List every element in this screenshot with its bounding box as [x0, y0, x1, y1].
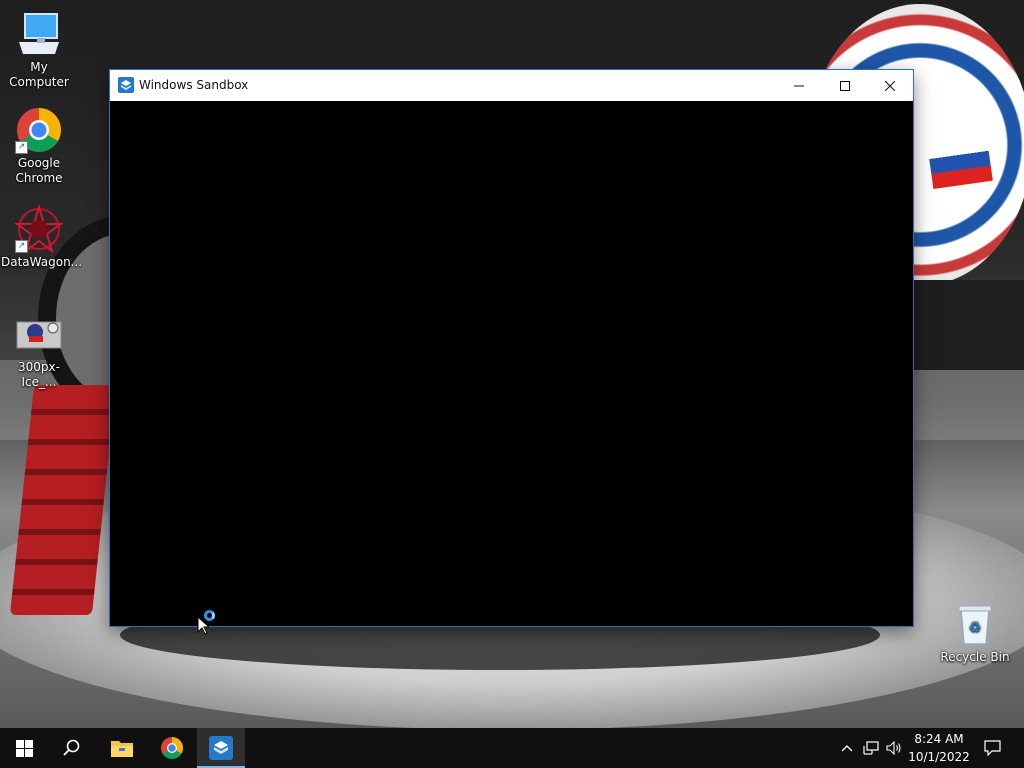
volume-icon	[886, 741, 901, 755]
clock-time: 8:24 AM	[914, 732, 964, 746]
taskbar-file-explorer[interactable]	[98, 728, 146, 768]
windows-sandbox-window[interactable]: Windows Sandbox	[110, 70, 913, 626]
desktop-icon-google-chrome[interactable]: ↗ Google Chrome	[1, 106, 77, 186]
notification-icon	[983, 740, 1001, 756]
show-hidden-icons-button[interactable]	[836, 728, 858, 768]
window-title: Windows Sandbox	[139, 78, 249, 92]
datawagon-icon: ↗	[13, 203, 65, 254]
computer-icon	[15, 10, 63, 58]
svg-text:♻: ♻	[969, 620, 982, 636]
file-explorer-icon	[111, 741, 133, 757]
shortcut-arrow-icon: ↗	[15, 240, 28, 253]
network-button[interactable]	[860, 728, 882, 768]
start-icon	[15, 739, 33, 757]
desktop-icon-label: Recycle Bin	[940, 650, 1010, 664]
maximize-icon	[840, 80, 850, 91]
taskbar-clock[interactable]: 8:24 AM 10/1/2022	[903, 730, 975, 766]
clock-date: 10/1/2022	[908, 750, 970, 764]
chevron-up-icon	[841, 745, 853, 752]
action-center-button[interactable]	[978, 728, 1006, 768]
wallpaper-dark-area	[913, 280, 1024, 370]
volume-button[interactable]	[883, 728, 905, 768]
desktop-icon-image-file[interactable]: 300px-Ice_...	[1, 310, 77, 390]
taskbar-windows-sandbox[interactable]	[197, 728, 245, 768]
desktop-icon-recycle-bin[interactable]: ♻ Recycle Bin	[937, 600, 1013, 665]
maximize-button[interactable]	[822, 70, 868, 101]
window-titlebar[interactable]: Windows Sandbox	[110, 70, 913, 101]
search-icon	[63, 739, 80, 756]
minimize-button[interactable]	[776, 70, 822, 101]
close-icon	[885, 80, 895, 91]
desktop-icon-label: DataWagon...	[1, 255, 83, 269]
minimize-icon	[794, 85, 804, 86]
windows-sandbox-icon	[118, 77, 134, 93]
desktop-icon-datawagon[interactable]: ↗ DataWagon...	[1, 203, 83, 270]
shortcut-arrow-icon: ↗	[15, 141, 28, 154]
start-button[interactable]	[0, 728, 48, 768]
windows-sandbox-icon	[209, 736, 233, 760]
desktop-icon-label: 300px-Ice_...	[18, 360, 60, 389]
mouse-cursor-icon	[197, 616, 209, 635]
image-thumbnail-icon	[15, 310, 63, 358]
sandbox-content-area[interactable]	[110, 101, 913, 626]
wallpaper-flag	[927, 136, 993, 189]
desktop-icon-label: Google Chrome	[15, 156, 63, 185]
search-button[interactable]	[48, 728, 96, 768]
recycle-bin-icon: ♻	[951, 600, 999, 648]
network-icon	[863, 741, 879, 755]
taskbar: 8:24 AM 10/1/2022	[0, 728, 1024, 768]
chrome-icon	[161, 737, 183, 759]
desktop-icon-my-computer[interactable]: My Computer	[1, 10, 77, 90]
taskbar-chrome[interactable]	[148, 728, 196, 768]
chrome-icon: ↗	[15, 106, 63, 154]
desktop-icon-label: My Computer	[9, 60, 69, 89]
close-button[interactable]	[867, 70, 913, 101]
